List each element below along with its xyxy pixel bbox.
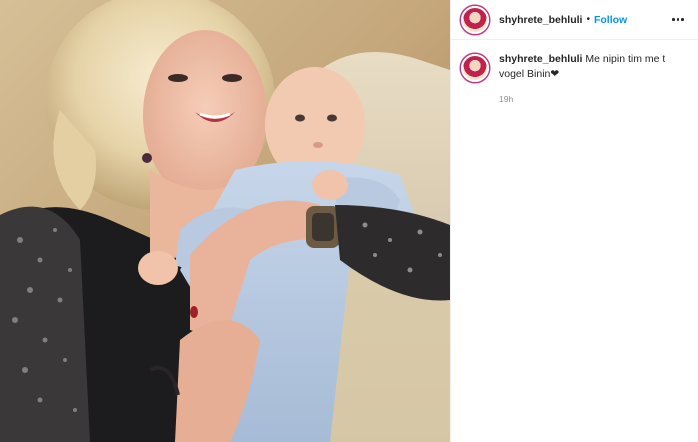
header-separator: • xyxy=(586,14,590,25)
photo-illustration xyxy=(0,0,450,442)
more-dot xyxy=(672,18,675,21)
header-username[interactable]: shyhrete_behluli xyxy=(499,14,582,26)
post-side-panel: shyhrete_behluli • Follow shyhrete_behlu… xyxy=(450,0,698,442)
more-options-icon[interactable] xyxy=(666,10,690,30)
caption-avatar[interactable] xyxy=(461,54,489,82)
caption-username[interactable]: shyhrete_behluli xyxy=(499,53,582,65)
follow-button[interactable]: Follow xyxy=(594,14,627,26)
post-header: shyhrete_behluli • Follow xyxy=(451,0,698,40)
heart-emoji: ❤ xyxy=(550,68,560,80)
more-dot xyxy=(676,18,680,21)
post-photo[interactable] xyxy=(0,0,450,442)
caption-body: shyhrete_behluli Me nipin tim me t vogel… xyxy=(499,52,679,107)
profile-avatar[interactable] xyxy=(461,5,489,34)
caption-line: shyhrete_behluli Me nipin tim me t vogel… xyxy=(499,52,679,82)
post-timestamp[interactable]: 19h xyxy=(499,92,679,107)
more-dot xyxy=(681,18,684,21)
caption: shyhrete_behluli Me nipin tim me t vogel… xyxy=(451,40,698,107)
instagram-post: shyhrete_behluli • Follow shyhrete_behlu… xyxy=(0,0,698,442)
